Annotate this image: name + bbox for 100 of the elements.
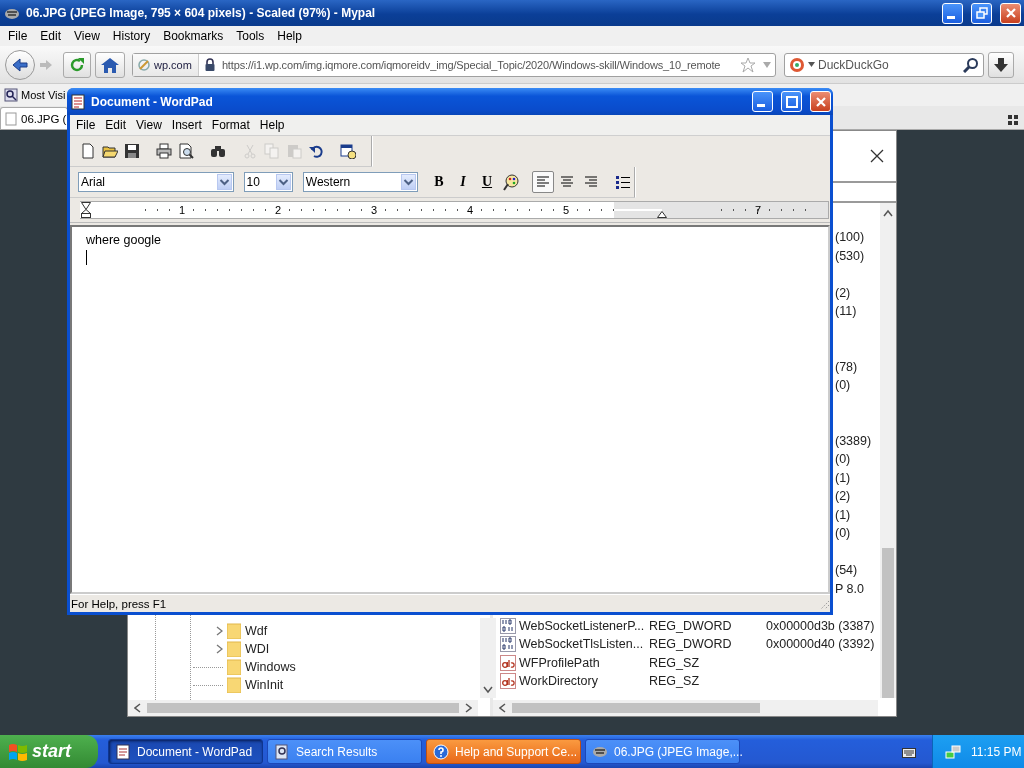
browser-tab[interactable]: 06.JPG ( — [0, 107, 68, 129]
document-text: where google — [86, 233, 162, 247]
close-button[interactable] — [810, 91, 831, 112]
folder-icon — [227, 623, 241, 639]
back-button[interactable] — [5, 49, 35, 80]
scroll-thumb[interactable] — [147, 703, 459, 713]
font-size-dropdown[interactable]: 10 — [243, 172, 293, 192]
menu-item[interactable]: Edit — [100, 117, 132, 133]
value-data: (2) — [835, 285, 851, 300]
caret-icon — [808, 62, 815, 67]
minimize-icon — [757, 104, 765, 107]
reload-button[interactable] — [63, 51, 91, 78]
value-data: 0x00000d3b (3387) — [766, 618, 875, 633]
menu-item[interactable]: Tools — [230, 28, 272, 44]
menu-item[interactable]: Insert — [166, 117, 207, 133]
flag-icon — [8, 741, 28, 762]
value-data: (54) — [835, 563, 858, 578]
download-button[interactable] — [988, 51, 1014, 78]
site-identity-button[interactable]: wp.com — [133, 53, 199, 76]
menu-item[interactable]: Help — [271, 28, 309, 44]
value-name: WebSocketListenerP... — [519, 618, 646, 633]
color-button[interactable] — [500, 171, 522, 193]
ruler-number: 2 — [272, 204, 284, 216]
ruler-number: 4 — [464, 204, 476, 216]
value-type: REG_SZ — [649, 674, 700, 689]
menu-item[interactable]: File — [71, 117, 101, 133]
menu-item[interactable]: View — [131, 117, 167, 133]
forward-arrow-icon — [39, 57, 53, 72]
menu-item[interactable]: Bookmarks — [157, 28, 231, 44]
print-button[interactable] — [153, 140, 175, 162]
window-title: 06.JPG (JPEG Image, 795 × 604 pixels) - Scaled (97%) - Mypal — [26, 6, 377, 20]
menu-item[interactable]: Help — [254, 117, 290, 133]
binary-value-icon — [500, 617, 516, 634]
value-type: REG_DWORD — [649, 618, 733, 633]
align-left-icon — [535, 174, 551, 190]
value-data: (2) — [835, 489, 851, 504]
minimize-button[interactable] — [752, 91, 773, 112]
value-data: (530) — [835, 248, 865, 263]
align-left-button[interactable] — [532, 171, 554, 193]
value-data: (1) — [835, 507, 851, 522]
search-box[interactable]: DuckDuckGo — [784, 52, 984, 77]
minimize-button[interactable] — [942, 2, 963, 24]
back-arrow-icon — [11, 56, 29, 73]
minimize-icon — [947, 15, 955, 19]
search-icon — [963, 56, 979, 73]
restore-button[interactable] — [971, 2, 992, 24]
search-page-icon — [4, 88, 18, 102]
search-field[interactable]: DuckDuckGo — [818, 57, 960, 72]
keyboard-icon — [902, 745, 916, 758]
palette-icon — [502, 173, 520, 191]
font-dropdown[interactable]: Arial — [78, 172, 234, 192]
document-icon — [71, 93, 85, 110]
bookmark-item[interactable]: Most Visi — [4, 88, 66, 102]
restore-icon — [974, 6, 989, 20]
script-dropdown[interactable]: Western — [302, 172, 418, 192]
align-center-icon — [559, 174, 575, 190]
close-button[interactable] — [1000, 2, 1021, 24]
ruler-number: 7 — [752, 204, 764, 216]
menu-item[interactable]: Edit — [34, 28, 69, 44]
value-data: (0) — [835, 452, 851, 467]
window-title: Document - WordPad — [91, 94, 214, 109]
folder-icon — [227, 641, 241, 657]
maximize-button[interactable] — [781, 91, 802, 112]
address-field[interactable]: https://i1.wp.com/img.iqmore.com/iqmoreidv_img/Special_Topic/2020/Windows-skill/Windows_10_remote — [221, 58, 737, 71]
value-data: (78) — [835, 359, 858, 374]
binoculars-icon — [210, 143, 226, 159]
italic-button[interactable]: I — [452, 171, 474, 193]
scissors-icon — [242, 143, 258, 159]
clock-time: 11:15 PM — [971, 744, 1022, 759]
menu-item[interactable]: Format — [206, 117, 255, 133]
status-text: For Help, press F1 — [71, 597, 167, 610]
scroll-thumb[interactable] — [512, 703, 760, 713]
bullet-list-icon — [615, 174, 631, 190]
home-icon — [100, 55, 120, 74]
grid-icon — [1008, 115, 1018, 125]
value-type: REG_DWORD — [649, 637, 733, 652]
blank-page-icon — [80, 143, 96, 159]
site-icon — [137, 57, 151, 72]
tree-item: Windows — [245, 660, 296, 674]
search-page-icon — [274, 743, 290, 760]
taskbar-button[interactable]: Document - WordPad — [108, 739, 263, 764]
bold-button[interactable]: B — [428, 171, 450, 193]
value-name: WebSocketTlsListen... — [519, 637, 645, 652]
copy-icon — [264, 143, 280, 159]
folder-icon — [227, 677, 241, 693]
string-value-icon — [500, 654, 516, 671]
menu-item[interactable]: File — [2, 28, 35, 44]
menu-item[interactable]: History — [106, 28, 158, 44]
string-value-icon — [500, 673, 516, 690]
scroll-thumb[interactable] — [882, 548, 894, 698]
home-button[interactable] — [95, 51, 125, 78]
help-icon — [433, 743, 449, 760]
app-icon — [4, 6, 20, 20]
value-data: (1) — [835, 470, 851, 485]
download-arrow-icon — [993, 56, 1009, 73]
caret-icon — [762, 60, 772, 69]
underline-button[interactable]: U — [476, 171, 498, 193]
value-type: REG_SZ — [649, 655, 700, 670]
reload-icon — [68, 55, 86, 74]
menu-item[interactable]: View — [68, 28, 107, 44]
